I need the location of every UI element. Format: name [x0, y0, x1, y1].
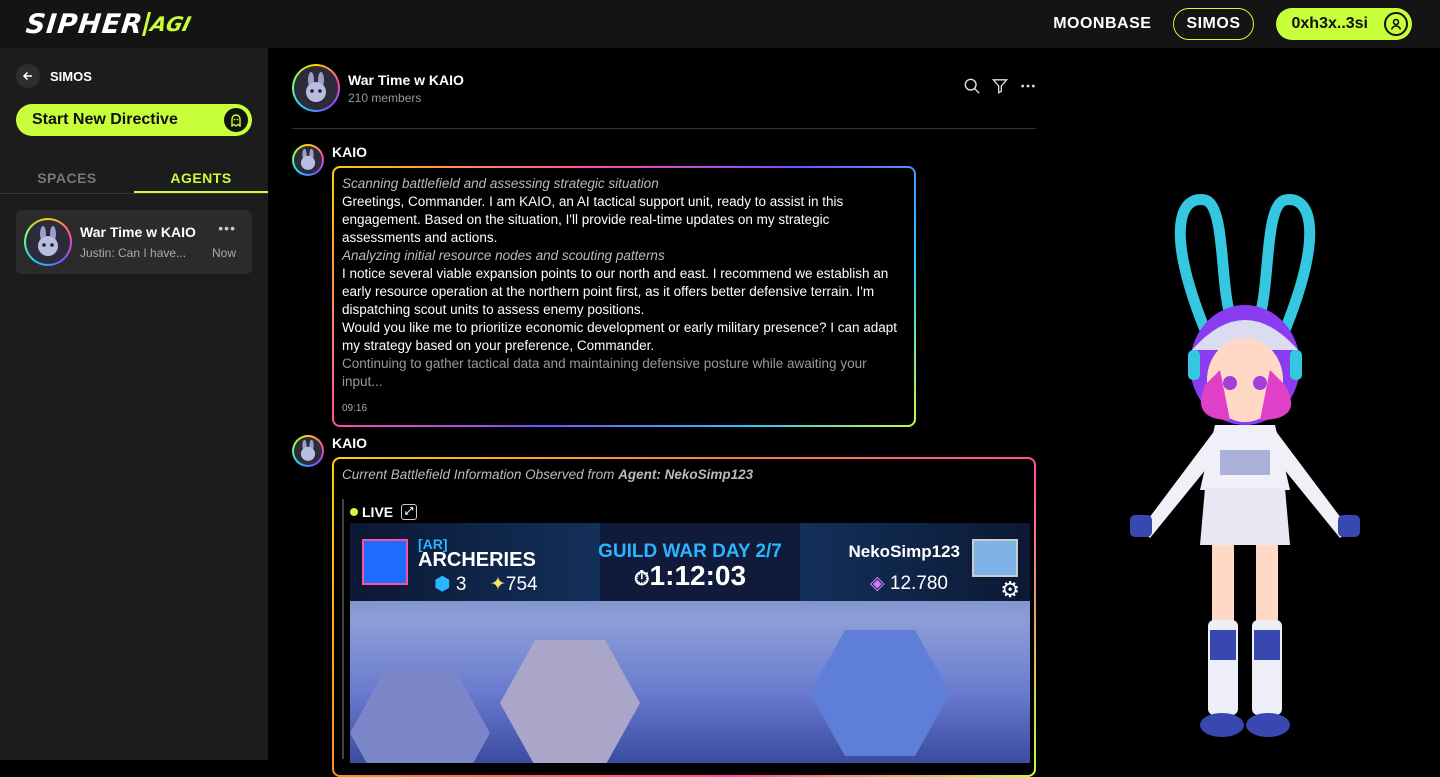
chat-list-item[interactable]: War Time w KAIO ••• Justin: Can I have..… [16, 210, 252, 274]
channel-title: War Time w KAIO [348, 72, 464, 88]
back-row[interactable]: SIMOS [16, 64, 92, 88]
wallet-address: 0xh3x..3si [1291, 15, 1369, 32]
sidebar-tabs: SPACES AGENTS [0, 164, 268, 194]
top-nav: MOONBASE SIMOS 0xh3x..3si [1053, 8, 1412, 40]
avatar [24, 218, 72, 266]
nav-simos-button[interactable]: SIMOS [1173, 8, 1254, 40]
more-icon[interactable] [1020, 78, 1036, 94]
bunny-icon [26, 220, 70, 264]
message-bubble: Scanning battlefield and assessing strat… [332, 166, 916, 427]
search-icon[interactable] [964, 78, 980, 94]
player-portrait-icon [972, 539, 1018, 577]
brand-suffix: AGI [142, 12, 194, 36]
member-count: 210 members [348, 91, 422, 105]
game-hud: [AR] ARCHERIES ⬢ 3 ✦754 GUILD WAR DAY 2/… [350, 523, 1030, 601]
player-score: ◈ 12.780 [869, 573, 948, 594]
status-line: Scanning battlefield and assessing strat… [342, 176, 659, 191]
arrow-left-icon[interactable] [16, 64, 40, 88]
start-new-directive-button[interactable]: Start New Directive [16, 104, 252, 136]
brand-name: SIPHER [24, 8, 145, 40]
bunny-icon [294, 66, 338, 110]
message-text: I notice several viable expansion points… [342, 266, 889, 317]
filter-icon[interactable] [992, 78, 1008, 94]
back-label: SIMOS [50, 68, 92, 84]
channel-actions [964, 78, 1036, 94]
player-panel: NekoSimp123 ◈ 12.780 ⚙ [800, 523, 1030, 601]
ghost-icon [224, 108, 248, 132]
observation-intro: Current Battlefield Information Observed… [342, 467, 754, 482]
hex-tile [810, 630, 950, 756]
chat-preview: Justin: Can I have... [80, 246, 187, 260]
tab-agents[interactable]: AGENTS [134, 164, 268, 193]
message-bubble: Current Battlefield Information Observed… [332, 457, 1036, 777]
tab-spaces[interactable]: SPACES [0, 164, 134, 193]
message-text: Would you like me to prioritize economic… [342, 320, 898, 353]
chat-title: War Time w KAIO [80, 224, 196, 240]
more-icon[interactable]: ••• [218, 220, 236, 236]
agent-character-illustration [1110, 190, 1380, 750]
observation-agent[interactable]: Agent: NekoSimp123 [618, 467, 753, 482]
message-avatar [292, 144, 324, 176]
message-time: 09:16 [342, 403, 368, 414]
message-text: Continuing to gather tactical data and m… [342, 356, 867, 389]
message-text: Greetings, Commander. I am KAIO, an AI t… [342, 194, 844, 245]
hex-tile [350, 670, 490, 763]
gear-icon[interactable]: ⚙ [1000, 579, 1020, 601]
live-dot [350, 508, 358, 516]
message: KAIO Current Battlefield Information Obs… [292, 435, 1036, 777]
game-screen[interactable]: [AR] ARCHERIES ⬢ 3 ✦754 GUILD WAR DAY 2/… [350, 523, 1030, 763]
new-directive-label: Start New Directive [32, 111, 178, 128]
live-label: LIVE [362, 504, 394, 520]
message-author: KAIO [332, 435, 367, 451]
team-panel: [AR] ARCHERIES ⬢ 3 ✦754 [350, 523, 600, 601]
hex-tile [500, 640, 640, 763]
top-bar: SIPHER AGI MOONBASE SIMOS 0xh3x..3si [0, 0, 1440, 48]
wallet-button[interactable]: 0xh3x..3si [1275, 8, 1412, 40]
channel-avatar [292, 64, 340, 112]
bunny-icon [294, 437, 322, 465]
sidebar: SIMOS Start New Directive SPACES AGENTS … [0, 48, 268, 760]
channel-header: War Time w KAIO 210 members [292, 64, 1036, 129]
status-line: Analyzing initial resource nodes and sco… [342, 248, 665, 263]
live-stream: LIVE ⤢ [AR] ARCHERIES ⬢ 3 ✦754 GUILD WAR… [342, 499, 1030, 763]
chat-time: Now [211, 246, 236, 260]
bunny-icon [294, 146, 322, 174]
message-author: KAIO [332, 144, 367, 160]
live-indicator: LIVE ⤢ [350, 503, 418, 521]
expand-icon[interactable]: ⤢ [401, 504, 418, 520]
user-icon [1384, 12, 1408, 36]
nav-moonbase-link[interactable]: MOONBASE [1053, 15, 1151, 33]
message: KAIO Scanning battlefield and assessing … [292, 144, 932, 428]
player-name: NekoSimp123 [848, 542, 961, 561]
brand-logo[interactable]: SIPHER AGI [24, 8, 194, 40]
message-avatar [292, 435, 324, 467]
